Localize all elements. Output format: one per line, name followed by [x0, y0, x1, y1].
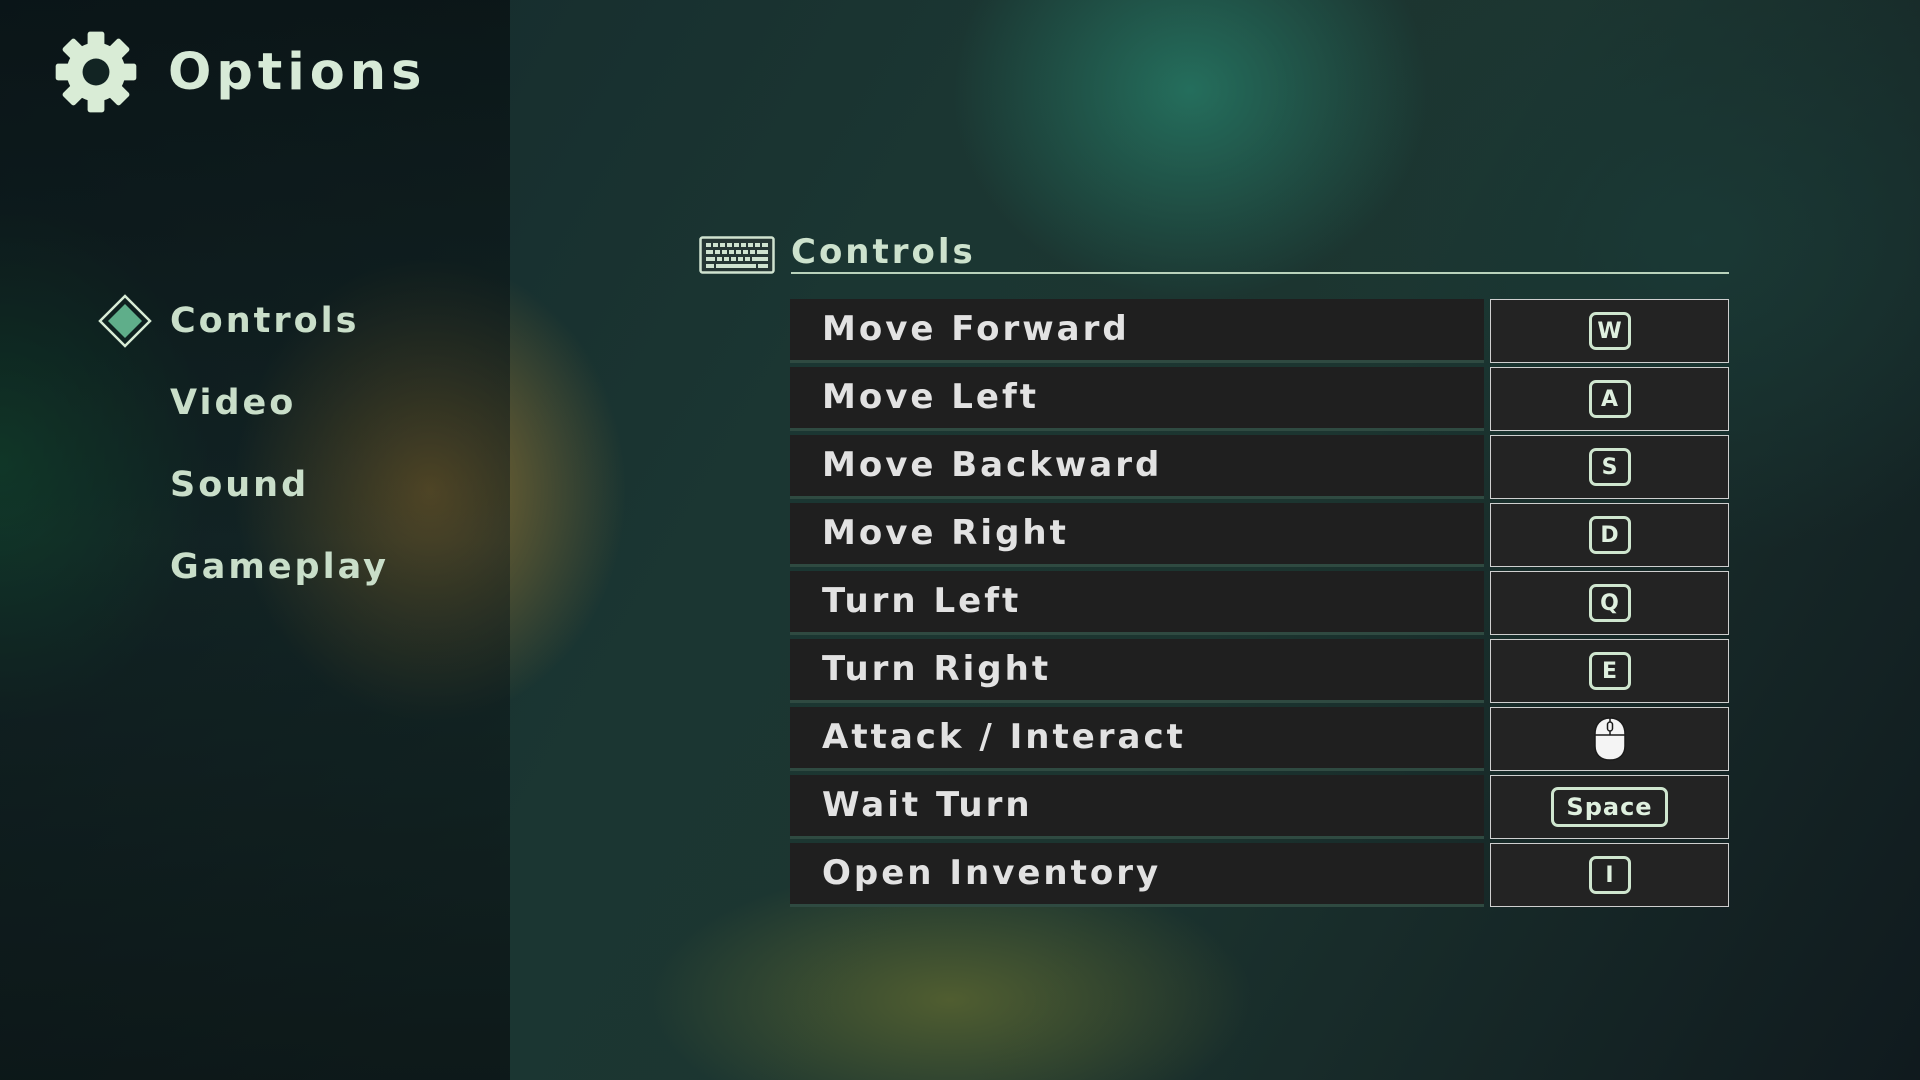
key-label: I	[1588, 856, 1631, 894]
binding-action-cell[interactable]: Open Inventory	[790, 843, 1484, 907]
key-label: Space	[1551, 787, 1668, 827]
binding-row-wait-turn: Wait Turn Space	[790, 775, 1729, 839]
binding-action-label: Open Inventory	[822, 852, 1162, 893]
binding-key-button[interactable]: S	[1490, 435, 1729, 499]
binding-row-open-inventory: Open Inventory I	[790, 843, 1729, 907]
binding-key-button[interactable]: W	[1490, 299, 1729, 363]
binding-action-cell[interactable]: Turn Right	[790, 639, 1484, 703]
sidebar-item-sound[interactable]: Sound	[96, 444, 389, 526]
binding-row-move-backward: Move Backward S	[790, 435, 1729, 499]
left-mouse-button-icon	[1593, 717, 1626, 761]
binding-action-label: Turn Right	[822, 648, 1052, 689]
sidebar-item-label: Gameplay	[170, 547, 389, 587]
binding-key-button[interactable]: Space	[1490, 775, 1729, 839]
binding-action-cell[interactable]: Move Forward	[790, 299, 1484, 363]
sidebar-item-label: Controls	[170, 301, 360, 341]
gear-icon	[55, 31, 137, 113]
sidebar-item-controls[interactable]: Controls	[96, 280, 389, 362]
sidebar-item-label: Sound	[170, 465, 310, 505]
binding-row-attack-interact: Attack / Interact	[790, 707, 1729, 771]
binding-action-cell[interactable]: Move Backward	[790, 435, 1484, 499]
binding-action-cell[interactable]: Move Right	[790, 503, 1484, 567]
binding-action-label: Wait Turn	[822, 784, 1033, 825]
key-label: S	[1588, 448, 1631, 486]
key-label: E	[1588, 652, 1631, 690]
binding-action-label: Turn Left	[822, 580, 1022, 621]
binding-action-label: Attack / Interact	[822, 716, 1186, 757]
sidebar-item-video[interactable]: Video	[96, 362, 389, 444]
key-label: D	[1588, 516, 1631, 554]
bindings-list: Move Forward W Move Left A Move Backward…	[790, 299, 1729, 911]
key-label: W	[1588, 312, 1631, 350]
binding-key-button[interactable]: I	[1490, 843, 1729, 907]
binding-row-move-forward: Move Forward W	[790, 299, 1729, 363]
key-label: Q	[1588, 584, 1631, 622]
binding-action-cell[interactable]: Attack / Interact	[790, 707, 1484, 771]
binding-key-button[interactable]	[1490, 707, 1729, 771]
selected-diamond-icon	[98, 294, 152, 348]
sidebar-nav: Controls Video Sound Gameplay	[96, 280, 389, 608]
page-title: Options	[168, 42, 427, 102]
binding-key-button[interactable]: A	[1490, 367, 1729, 431]
binding-action-label: Move Left	[822, 376, 1040, 417]
binding-key-button[interactable]: D	[1490, 503, 1729, 567]
binding-action-label: Move Backward	[822, 444, 1163, 485]
binding-row-move-right: Move Right D	[790, 503, 1729, 567]
key-label: A	[1588, 380, 1631, 418]
section-divider	[791, 272, 1729, 274]
binding-action-label: Move Forward	[822, 308, 1130, 349]
binding-key-button[interactable]: Q	[1490, 571, 1729, 635]
section-header: Controls	[699, 226, 1729, 274]
section-title: Controls	[791, 232, 976, 272]
binding-action-cell[interactable]: Wait Turn	[790, 775, 1484, 839]
sidebar-item-gameplay[interactable]: Gameplay	[96, 526, 389, 608]
sidebar: Options Controls Video Sound Gameplay	[0, 0, 510, 1080]
binding-row-turn-left: Turn Left Q	[790, 571, 1729, 635]
binding-row-move-left: Move Left A	[790, 367, 1729, 431]
keyboard-icon	[699, 236, 775, 274]
binding-row-turn-right: Turn Right E	[790, 639, 1729, 703]
title-row: Options	[54, 30, 426, 114]
binding-action-cell[interactable]: Move Left	[790, 367, 1484, 431]
sidebar-item-label: Video	[170, 383, 297, 423]
binding-action-label: Move Right	[822, 512, 1069, 553]
binding-key-button[interactable]: E	[1490, 639, 1729, 703]
binding-action-cell[interactable]: Turn Left	[790, 571, 1484, 635]
